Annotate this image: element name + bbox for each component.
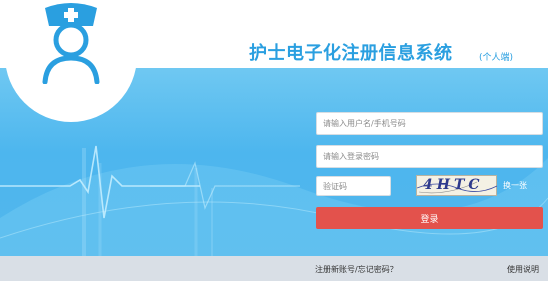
app-subtitle: (个人端) xyxy=(479,53,514,63)
login-button[interactable]: 登录 xyxy=(316,207,543,229)
captcha-input[interactable] xyxy=(316,176,391,196)
refresh-captcha-link[interactable]: 换一张 xyxy=(503,180,527,191)
footer: 注册新账号/忘记密码？ 使用说明 xyxy=(0,256,548,281)
password-input[interactable] xyxy=(316,145,543,168)
help-link[interactable]: 使用说明 xyxy=(507,264,539,275)
nurse-icon xyxy=(42,3,100,84)
username-input[interactable] xyxy=(316,112,543,135)
captcha-image[interactable]: 4HTC xyxy=(416,175,498,196)
captcha-text: 4HTC xyxy=(423,177,484,193)
app-title: 护士电子化注册信息系统 xyxy=(249,43,453,64)
register-forgot-link[interactable]: 注册新账号/忘记密码？ xyxy=(315,264,398,275)
